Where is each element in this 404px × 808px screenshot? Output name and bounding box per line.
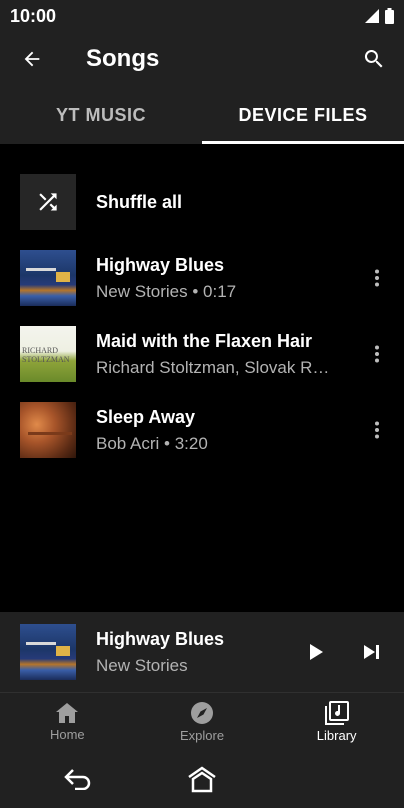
nav-home[interactable]: Home <box>0 693 135 750</box>
status-bar: 10:00 <box>0 0 404 32</box>
search-icon <box>364 50 383 68</box>
mini-player-subtitle: New Stories <box>96 655 188 675</box>
song-list: Shuffle all Highway Blues New Stories • … <box>0 144 404 468</box>
more-vert-icon <box>375 421 379 439</box>
system-back-button[interactable] <box>53 754 103 804</box>
signal-icon <box>365 9 379 23</box>
more-vert-icon <box>375 345 379 363</box>
album-art-text-1: RICHARD <box>22 346 59 355</box>
tab-bar: YT MUSIC DEVICE FILES <box>0 86 404 144</box>
list-item[interactable]: RICHARD STOLTZMAN Maid with the Flaxen H… <box>0 316 404 392</box>
mini-player[interactable]: Highway Blues New Stories <box>0 612 404 692</box>
album-art: RICHARD STOLTZMAN <box>20 326 76 382</box>
system-home-icon <box>188 766 216 793</box>
list-item[interactable]: Highway Blues New Stories • 0:17 <box>0 240 404 316</box>
nav-library-label: Library <box>316 727 357 743</box>
nav-library[interactable]: Library <box>269 693 404 750</box>
shuffle-label: Shuffle all <box>96 191 183 212</box>
bottom-navigation: Home Explore Library <box>0 692 404 750</box>
album-art <box>20 402 76 458</box>
tab-yt-music[interactable]: YT MUSIC <box>0 86 202 144</box>
more-options-button[interactable] <box>350 402 404 458</box>
compass-icon <box>191 701 213 724</box>
play-button[interactable] <box>288 624 344 680</box>
nav-explore[interactable]: Explore <box>135 693 270 750</box>
more-options-button[interactable] <box>350 250 404 306</box>
mini-player-text: Highway Blues New Stories <box>96 629 288 676</box>
song-title: Sleep Away <box>96 406 196 427</box>
shuffle-icon <box>39 193 57 211</box>
album-art <box>20 250 76 306</box>
shuffle-text: Shuffle all <box>96 192 404 213</box>
song-subtitle: Bob Acri • 3:20 <box>96 433 208 453</box>
page-title: Songs <box>86 45 160 72</box>
status-icons <box>365 8 394 24</box>
more-vert-icon <box>375 269 379 287</box>
app-bar: Songs <box>0 32 404 86</box>
song-title: Highway Blues <box>96 254 225 275</box>
system-home-button[interactable] <box>177 754 227 804</box>
nav-explore-label: Explore <box>179 727 225 743</box>
search-button[interactable] <box>344 32 404 86</box>
more-options-button[interactable] <box>350 326 404 382</box>
next-button[interactable] <box>344 624 400 680</box>
album-art-text-2: STOLTZMAN <box>22 355 70 364</box>
nav-home-label: Home <box>49 726 85 742</box>
shuffle-all-row[interactable]: Shuffle all <box>0 164 404 240</box>
system-back-icon <box>64 769 91 790</box>
song-text: Highway Blues New Stories • 0:17 <box>96 255 350 302</box>
song-text: Maid with the Flaxen Hair Richard Stoltz… <box>96 331 350 378</box>
song-subtitle: Richard Stoltzman, Slovak R… <box>96 357 330 377</box>
library-icon <box>324 700 349 725</box>
tab-device-files[interactable]: DEVICE FILES <box>202 86 404 144</box>
list-item[interactable]: Sleep Away Bob Acri • 3:20 <box>0 392 404 468</box>
home-icon <box>56 702 79 723</box>
play-icon <box>310 644 323 660</box>
mini-player-title: Highway Blues <box>96 628 225 649</box>
song-subtitle: New Stories • 0:17 <box>96 281 237 301</box>
shuffle-tile <box>20 174 76 230</box>
system-navigation-bar <box>0 750 404 808</box>
song-text: Sleep Away Bob Acri • 3:20 <box>96 407 350 454</box>
song-title: Maid with the Flaxen Hair <box>96 330 313 351</box>
arrow-back-icon <box>24 51 40 67</box>
skip-next-icon <box>364 645 379 659</box>
battery-icon <box>385 8 394 24</box>
status-time: 10:00 <box>10 5 57 26</box>
back-button[interactable] <box>0 32 64 86</box>
mini-player-album-art <box>20 624 76 680</box>
